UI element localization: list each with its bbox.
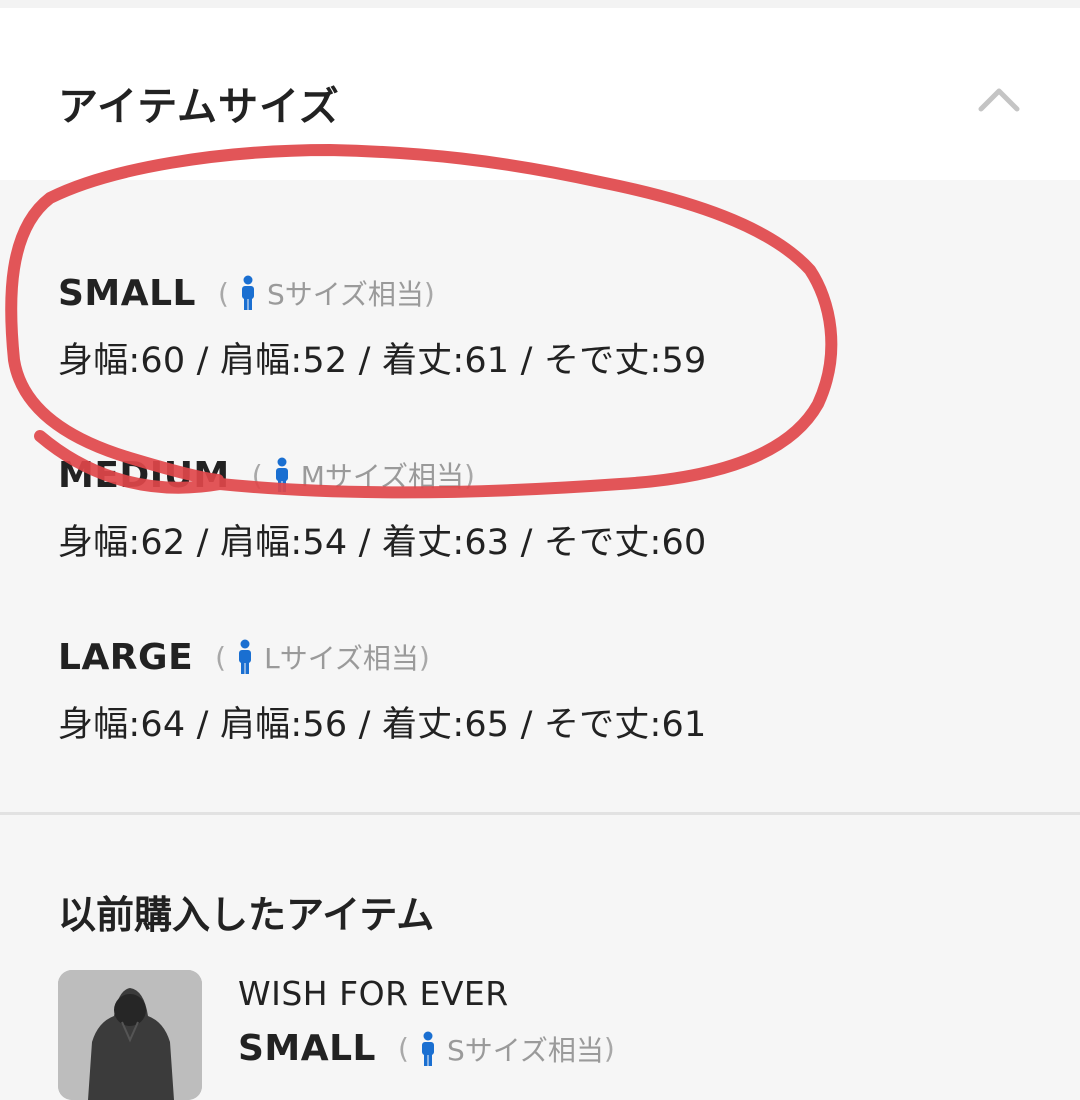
item-size: SMALL ( Sサイズ相当)	[238, 1028, 615, 1069]
size-measurements: 身幅:64 / 肩幅:56 / 着丈:65 / そで丈:61	[58, 705, 707, 745]
size-name: MEDIUM	[58, 454, 230, 496]
size-name: LARGE	[58, 636, 194, 678]
section-title: アイテムサイズ	[58, 84, 340, 130]
size-row-large: LARGE ( Lサイズ相当) 身幅:64 / 肩幅:56 / 着丈:65 / …	[58, 632, 706, 747]
size-row-small: SMALL ( Sサイズ相当) 身幅:60 / 肩幅:52 / 着丈:61 / …	[58, 268, 706, 383]
size-name: SMALL	[238, 1028, 376, 1069]
person-icon	[239, 639, 252, 674]
size-equivalent: ( Sサイズ相当)	[218, 275, 435, 311]
person-icon	[241, 275, 254, 310]
item-thumbnail[interactable]	[58, 970, 202, 1100]
section-divider	[0, 812, 1080, 815]
person-icon	[275, 457, 288, 492]
top-strip	[0, 0, 1080, 8]
size-equivalent: ( Lサイズ相当)	[215, 639, 430, 675]
person-icon	[421, 1031, 434, 1066]
chevron-up-icon[interactable]	[978, 86, 1020, 112]
size-measurements: 身幅:60 / 肩幅:52 / 着丈:61 / そで丈:59	[58, 341, 707, 381]
item-size-header[interactable]: アイテムサイズ	[0, 8, 1080, 180]
size-equivalent: ( Mサイズ相当)	[251, 457, 475, 493]
size-measurements: 身幅:62 / 肩幅:54 / 着丈:63 / そで丈:60	[58, 523, 707, 563]
size-row-medium: MEDIUM ( Mサイズ相当) 身幅:62 / 肩幅:54 / 着丈:63 /…	[58, 450, 706, 565]
size-equivalent: ( Sサイズ相当)	[398, 1031, 615, 1067]
item-name[interactable]: WISH FOR EVER	[238, 974, 509, 1013]
hoodie-image	[58, 970, 202, 1100]
size-name: SMALL	[58, 272, 196, 314]
previous-items-title: 以前購入したアイテム	[58, 893, 435, 937]
